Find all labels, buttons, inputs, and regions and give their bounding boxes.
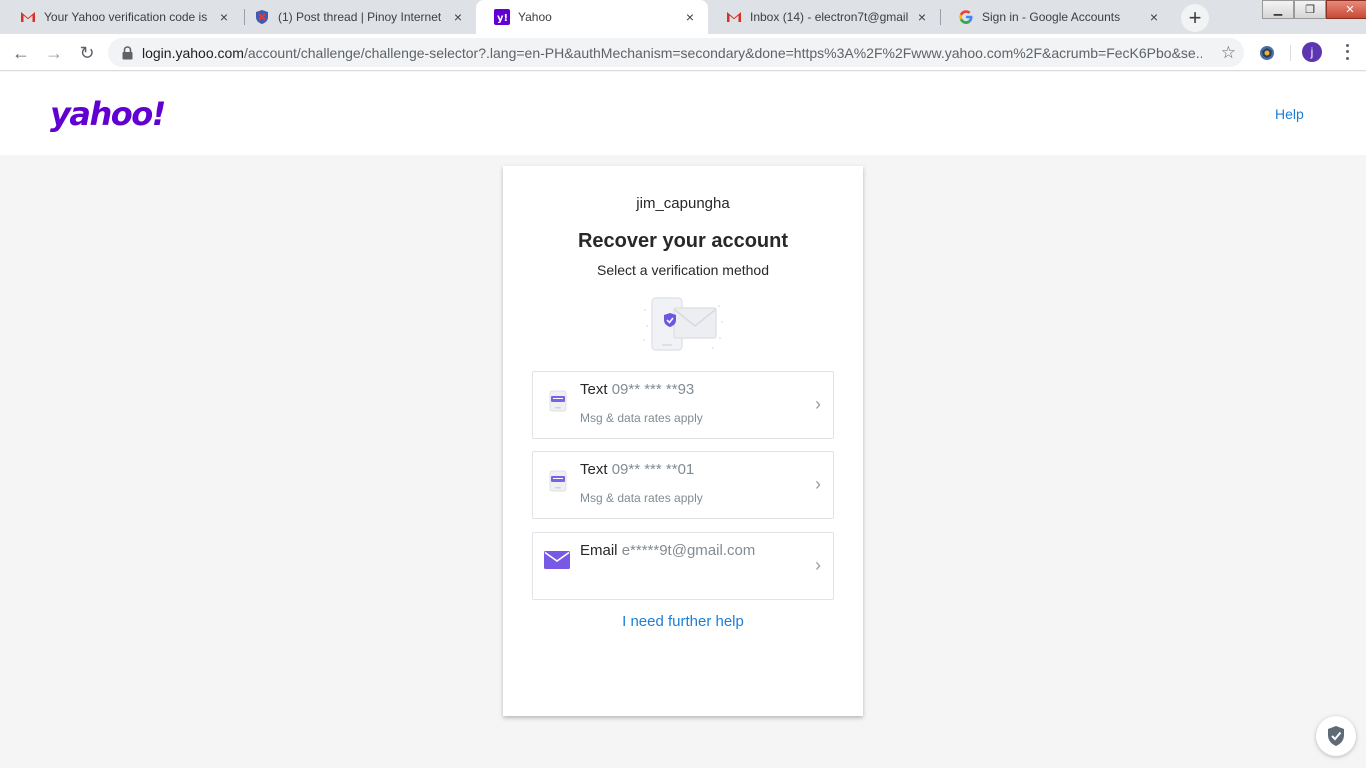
- help-link[interactable]: Help: [1275, 106, 1304, 122]
- close-tab-icon[interactable]: ×: [1146, 9, 1162, 25]
- tab-post-thread[interactable]: (1) Post thread | Pinoy Internet a ×: [236, 0, 476, 34]
- verification-illustration-icon: [641, 296, 725, 352]
- close-tab-icon[interactable]: ×: [914, 9, 930, 25]
- phone-sms-icon: [547, 470, 569, 492]
- minimize-button[interactable]: ▁: [1262, 0, 1294, 19]
- masked-phone: 09** *** **93: [611, 381, 695, 398]
- verify-option-email[interactable]: Email e*****9t@gmail.com ›: [532, 532, 834, 600]
- browser-tab-strip: Your Yahoo verification code is × (1) Po…: [0, 0, 1366, 34]
- option-label: Text: [580, 381, 608, 398]
- tab-gmail-inbox[interactable]: Inbox (14) - electron7t@gmail.c ×: [708, 0, 940, 34]
- url-path: /account/challenge/challenge-selector?.l…: [243, 44, 1202, 61]
- account-username: jim_capungha: [636, 195, 730, 212]
- reload-button[interactable]: ↻: [74, 40, 100, 66]
- tab-title: Sign in - Google Accounts: [982, 10, 1121, 24]
- recover-account-card: jim_capungha Recover your account Select…: [503, 166, 863, 716]
- gmail-icon: [726, 9, 742, 25]
- svg-text:y!: y!: [497, 13, 508, 24]
- close-tab-icon[interactable]: ×: [450, 9, 466, 25]
- forward-button[interactable]: →: [41, 40, 67, 66]
- maximize-button[interactable]: ❐: [1294, 0, 1326, 19]
- option-text: Text 09** *** **93: [580, 381, 694, 398]
- option-label: Text: [580, 461, 608, 478]
- google-icon: [958, 9, 974, 25]
- page-subtitle: Select a verification method: [597, 262, 769, 278]
- option-label: Email: [580, 542, 618, 559]
- toolbar-divider: [1290, 45, 1291, 61]
- tab-yahoo[interactable]: y! Yahoo ×: [476, 0, 708, 34]
- yahoo-icon: y!: [494, 9, 510, 25]
- option-note: Msg & data rates apply: [580, 491, 703, 505]
- verify-option-text-1[interactable]: Text 09** *** **93 Msg & data rates appl…: [532, 371, 834, 439]
- tab-title: Your Yahoo verification code is: [44, 10, 208, 24]
- address-bar[interactable]: login.yahoo.com/account/challenge/challe…: [108, 38, 1244, 67]
- further-help-link[interactable]: I need further help: [503, 613, 863, 630]
- window-controls: ▁ ❐ ✕: [1262, 0, 1366, 20]
- option-text: Email e*****9t@gmail.com: [580, 542, 755, 559]
- phone-sms-icon: [547, 390, 569, 412]
- url-domain: login.yahoo.com: [142, 44, 244, 61]
- tab-title: Inbox (14) - electron7t@gmail.c: [750, 10, 908, 24]
- back-button[interactable]: ←: [8, 40, 34, 66]
- close-tab-icon[interactable]: ×: [216, 9, 232, 25]
- chevron-right-icon: ›: [815, 555, 821, 575]
- gmail-icon: [20, 9, 36, 25]
- option-text: Text 09** *** **01: [580, 461, 694, 478]
- close-tab-icon[interactable]: ×: [682, 9, 698, 25]
- envelope-icon: [544, 551, 570, 573]
- shield-check-icon: [1328, 726, 1344, 746]
- forum-shield-icon: [254, 9, 270, 25]
- option-note: Msg & data rates apply: [580, 411, 703, 425]
- tab-title: Yahoo: [518, 10, 552, 24]
- chevron-right-icon: ›: [815, 394, 821, 414]
- verify-option-text-2[interactable]: Text 09** *** **01 Msg & data rates appl…: [532, 451, 834, 519]
- yahoo-logo[interactable]: yahoo!: [50, 95, 166, 133]
- bookmark-star-icon[interactable]: ☆: [1221, 43, 1236, 63]
- tab-title: (1) Post thread | Pinoy Internet a: [278, 10, 444, 24]
- browser-toolbar: ← → ↻ login.yahoo.com/account/challenge/…: [0, 34, 1366, 71]
- page-header: yahoo! Help: [0, 72, 1366, 155]
- page-title: Recover your account: [577, 230, 789, 252]
- masked-phone: 09** *** **01: [611, 461, 695, 478]
- browser-menu-icon[interactable]: [1340, 42, 1354, 62]
- tab-google-sign-in[interactable]: Sign in - Google Accounts ×: [940, 0, 1172, 34]
- profile-avatar[interactable]: j: [1302, 42, 1322, 62]
- extension-icon[interactable]: [1257, 43, 1277, 63]
- chevron-right-icon: ›: [815, 474, 821, 494]
- close-window-button[interactable]: ✕: [1326, 0, 1366, 19]
- new-tab-button[interactable]: +: [1181, 4, 1209, 32]
- tab-yahoo-verification[interactable]: Your Yahoo verification code is ×: [2, 0, 242, 34]
- security-shield-badge[interactable]: [1316, 716, 1356, 756]
- lock-icon: [120, 45, 134, 60]
- url-text: login.yahoo.com/account/challenge/challe…: [142, 45, 1202, 61]
- masked-email: e*****9t@gmail.com: [621, 542, 756, 559]
